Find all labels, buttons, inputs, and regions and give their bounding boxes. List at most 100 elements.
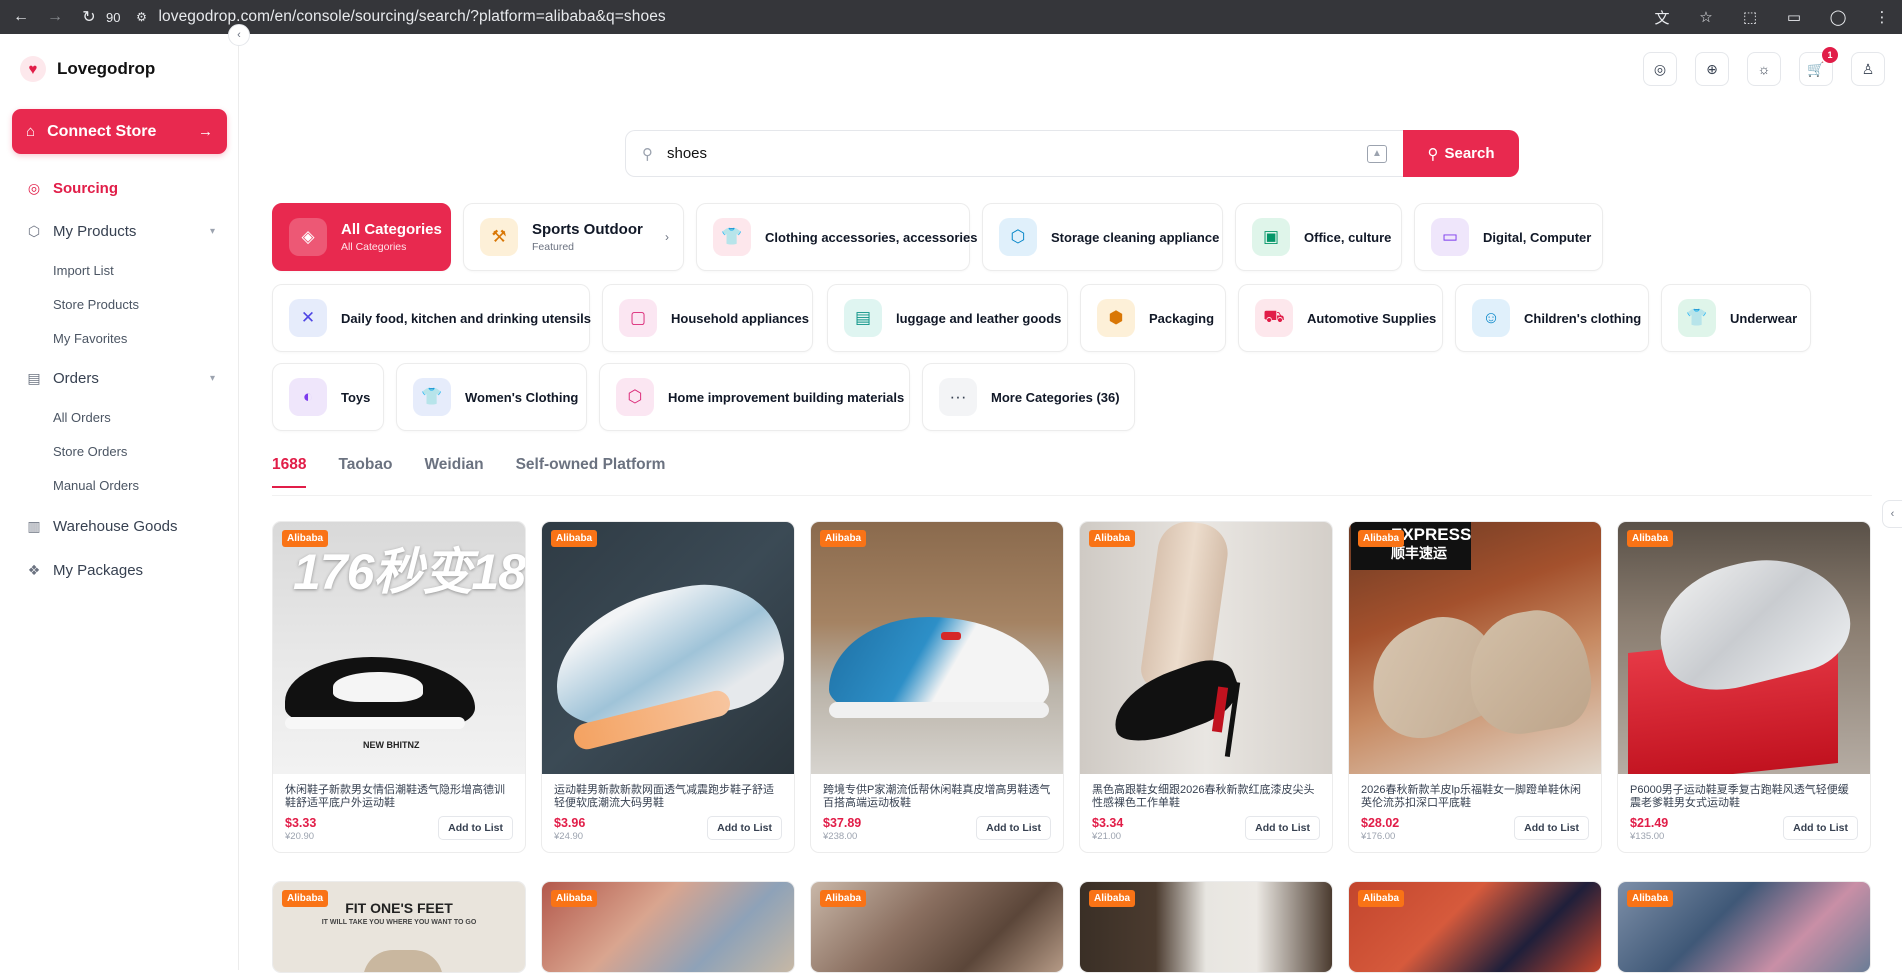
search-button[interactable]: ⚲ Search (1403, 130, 1519, 177)
product-title[interactable]: 运动鞋男新款新款网面透气减震跑步鞋子舒适轻便软底潮流大码男鞋 (542, 774, 794, 812)
browser-toolbar: ← → ↻ 90 ⚙ lovegodrop.com/en/console/sou… (0, 0, 1902, 34)
product-title[interactable]: 黑色高跟鞋女细跟2026春秋新款红底漆皮尖头性感裸色工作单鞋 (1080, 774, 1332, 812)
category-packaging[interactable]: ⬢ Packaging (1080, 284, 1226, 352)
product-image[interactable]: Alibaba EXPRESS 顺丰速运 (1349, 522, 1601, 774)
product-image[interactable]: Alibaba (811, 882, 1063, 972)
translate-icon[interactable]: 文 (1652, 7, 1672, 28)
more-menu-icon[interactable]: ⋮ (1872, 8, 1892, 26)
sidebar-subitem-my-favorites[interactable]: My Favorites (53, 331, 127, 346)
site-info-icon[interactable]: ⚙ (130, 6, 152, 28)
extensions-icon[interactable]: ⬚ (1740, 8, 1760, 26)
category-daily-food-kitchen[interactable]: ✕ Daily food, kitchen and drinking utens… (272, 284, 591, 352)
category-all[interactable]: ◈ All Categories All Categories (272, 203, 451, 271)
globe-icon[interactable]: ⊕ (1695, 52, 1729, 86)
panel-toggle-button[interactable]: ‹ (1882, 500, 1902, 528)
reload-icon[interactable]: ↻ (76, 4, 102, 30)
product-image[interactable]: Alibaba (542, 882, 794, 972)
user-icon[interactable]: ♙ (1851, 52, 1885, 86)
product-card[interactable]: Alibaba (810, 881, 1064, 973)
product-image[interactable]: Alibaba (811, 522, 1063, 774)
add-to-list-button[interactable]: Add to List (438, 816, 513, 840)
product-image[interactable]: Alibaba (1618, 882, 1870, 972)
product-title[interactable]: P6000男子运动鞋夏季复古跑鞋风透气轻便缓震老爹鞋男女式运动鞋 (1618, 774, 1870, 812)
forward-icon[interactable]: → (42, 4, 68, 30)
category-luggage-leather[interactable]: ▤ luggage and leather goods (827, 284, 1068, 352)
tab-weidian[interactable]: Weidian (424, 456, 483, 488)
tab-1688[interactable]: 1688 (272, 456, 307, 488)
category-household-appliances[interactable]: ▢ Household appliances (602, 284, 813, 352)
product-image[interactable]: Alibaba (542, 522, 794, 774)
sidebar-subitem-store-orders[interactable]: Store Orders (53, 444, 127, 459)
add-to-list-button[interactable]: Add to List (976, 816, 1051, 840)
category-more[interactable]: ··· More Categories (36) (922, 363, 1135, 431)
product-image[interactable]: Alibaba (1618, 522, 1870, 774)
product-title[interactable]: 休闲鞋子新款男女情侣潮鞋透气隐形增高德训鞋舒适平底户外运动鞋 (273, 774, 525, 812)
product-card[interactable]: Alibaba 176秒变181 NEW BHITNZ 休闲鞋子新款男女情侣潮鞋… (272, 521, 526, 853)
product-card[interactable]: Alibaba EXPRESS 顺丰速运 2026春秋新款羊皮lp乐福鞋女一脚蹬… (1348, 521, 1602, 853)
category-digital-computer[interactable]: ▭ Digital, Computer (1414, 203, 1603, 271)
search-input[interactable] (667, 145, 1367, 162)
product-original-price: ¥238.00 (823, 831, 858, 842)
theme-icon[interactable]: ☼ (1747, 52, 1781, 86)
product-card[interactable]: Alibaba FIT ONE'S FEET IT WILL TAKE YOU … (272, 881, 526, 973)
product-card[interactable]: Alibaba (1617, 881, 1871, 973)
category-office-culture[interactable]: ▣ Office, culture (1235, 203, 1402, 271)
product-card[interactable]: Alibaba (541, 881, 795, 973)
category-underwear[interactable]: 👕 Underwear (1661, 284, 1811, 352)
zoom-level[interactable]: 90 (106, 10, 120, 25)
category-childrens-clothing[interactable]: ☺ Children's clothing (1455, 284, 1649, 352)
add-to-list-button[interactable]: Add to List (1245, 816, 1320, 840)
sidebar-subitem-import-list[interactable]: Import List (53, 263, 114, 278)
category-womens-clothing[interactable]: 👕 Women's Clothing (396, 363, 587, 431)
sidebar-item-warehouse-goods[interactable]: ▥ Warehouse Goods (25, 518, 215, 535)
product-card[interactable]: Alibaba 黑色高跟鞋女细跟2026春秋新款红底漆皮尖头性感裸色工作单鞋 $… (1079, 521, 1333, 853)
tab-taobao[interactable]: Taobao (338, 456, 392, 488)
product-card[interactable]: Alibaba (1348, 881, 1602, 973)
category-automotive-supplies[interactable]: ⛟ Automotive Supplies (1238, 284, 1443, 352)
sidebar-collapse-button[interactable]: ‹ (228, 24, 250, 46)
sidebar-item-label: Orders (53, 370, 99, 387)
brand-logo-icon: ♥ (20, 56, 46, 82)
sidebar-item-orders[interactable]: ▤ Orders ▾ (25, 370, 215, 387)
product-card[interactable]: Alibaba 跨境专供P家潮流低帮休闲鞋真皮增高男鞋透气百搭高端运动板鞋 $3… (810, 521, 1064, 853)
product-image[interactable]: Alibaba (1349, 882, 1601, 972)
product-image[interactable]: Alibaba 176秒变181 NEW BHITNZ (273, 522, 525, 774)
add-to-list-button[interactable]: Add to List (707, 816, 782, 840)
connect-store-button[interactable]: ⌂ Connect Store → (12, 109, 227, 154)
sidebar-item-my-packages[interactable]: ❖ My Packages (25, 562, 215, 579)
product-card[interactable]: Alibaba 运动鞋男新款新款网面透气减震跑步鞋子舒适轻便软底潮流大码男鞋 $… (541, 521, 795, 853)
sidebar-subitem-store-products[interactable]: Store Products (53, 297, 139, 312)
category-toys[interactable]: ◐ Toys (272, 363, 384, 431)
media-icon[interactable]: ▭ (1784, 8, 1804, 26)
sidebar-subitem-all-orders[interactable]: All Orders (53, 410, 111, 425)
brand[interactable]: ♥ Lovegodrop (20, 56, 155, 82)
product-card[interactable]: Alibaba (1079, 881, 1333, 973)
add-to-list-button[interactable]: Add to List (1783, 816, 1858, 840)
sidebar-subitem-manual-orders[interactable]: Manual Orders (53, 478, 139, 493)
category-label: All Categories (341, 221, 442, 238)
back-icon[interactable]: ← (8, 4, 34, 30)
product-image[interactable]: Alibaba (1080, 882, 1332, 972)
product-original-price: ¥20.90 (285, 831, 315, 842)
category-home-improvement[interactable]: ⬡ Home improvement building materials (599, 363, 910, 431)
product-card[interactable]: Alibaba P6000男子运动鞋夏季复古跑鞋风透气轻便缓震老爹鞋男女式运动鞋… (1617, 521, 1871, 853)
product-title[interactable]: 跨境专供P家潮流低帮休闲鞋真皮增高男鞋透气百搭高端运动板鞋 (811, 774, 1063, 812)
category-clothing-accessories[interactable]: 👕 Clothing accessories, accessories (696, 203, 977, 271)
chevron-down-icon: ▾ (209, 226, 215, 237)
product-title[interactable]: 2026春秋新款羊皮lp乐福鞋女一脚蹬单鞋休闲英伦流苏扣深口平底鞋 (1349, 774, 1601, 812)
address-bar[interactable]: lovegodrop.com/en/console/sourcing/searc… (158, 8, 665, 26)
cart-icon[interactable]: 🛒 1 (1799, 47, 1838, 86)
product-image[interactable]: Alibaba FIT ONE'S FEET IT WILL TAKE YOU … (273, 882, 525, 972)
image-search-icon[interactable]: ▲ (1367, 144, 1387, 163)
support-icon[interactable]: ◎ (1643, 52, 1677, 86)
sidebar-item-my-products[interactable]: ⬡ My Products ▾ (25, 223, 215, 240)
product-image[interactable]: Alibaba (1080, 522, 1332, 774)
bookmark-star-icon[interactable]: ☆ (1696, 8, 1716, 26)
profile-icon[interactable]: ◯ (1828, 8, 1848, 26)
category-sports-outdoor[interactable]: ⚒ Sports Outdoor Featured › (463, 203, 684, 271)
add-to-list-button[interactable]: Add to List (1514, 816, 1589, 840)
sidebar-item-sourcing[interactable]: ◎ Sourcing (25, 180, 215, 197)
category-label: luggage and leather goods (896, 310, 1062, 326)
tab-self-owned[interactable]: Self-owned Platform (516, 456, 666, 488)
category-storage-cleaning[interactable]: ⬡ Storage cleaning appliance (982, 203, 1223, 271)
